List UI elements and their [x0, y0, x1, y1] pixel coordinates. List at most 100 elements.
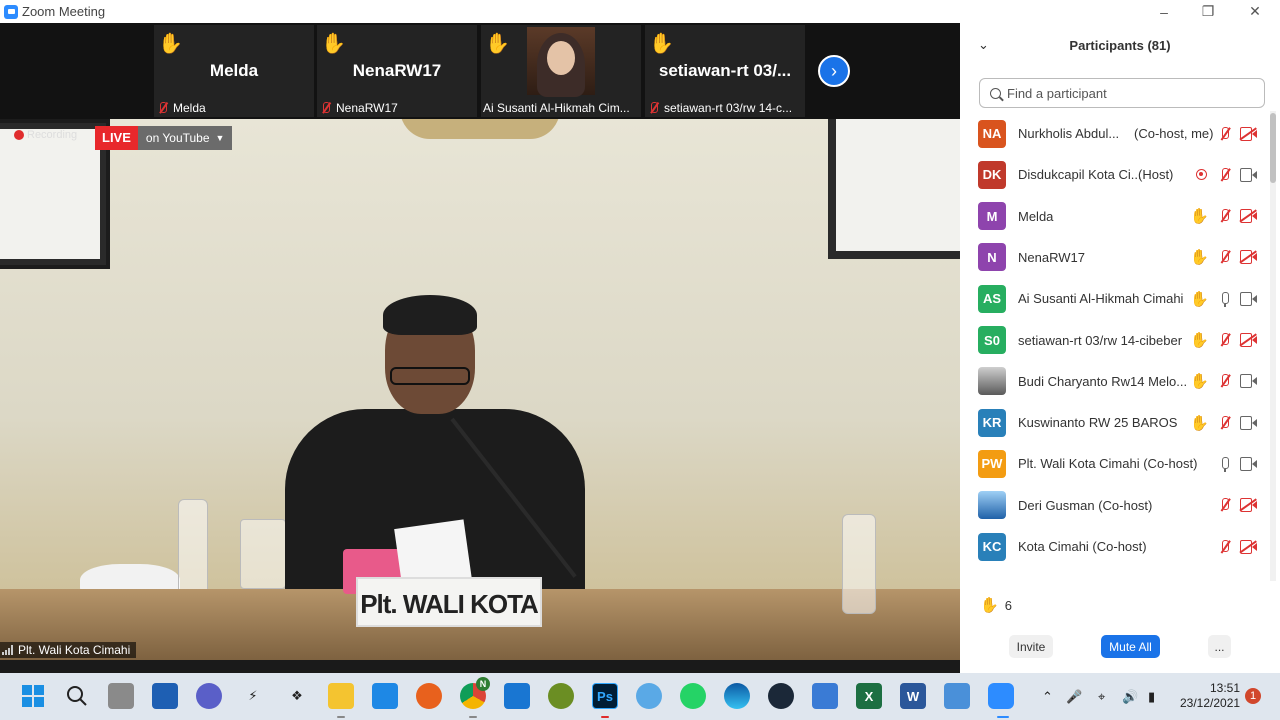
avatar: N [978, 243, 1006, 272]
video-tile[interactable]: ✋ Ai Susanti Al-Hikmah Cim... [481, 25, 641, 117]
wall-portrait [828, 119, 960, 259]
video-icon [1240, 415, 1257, 430]
raised-hands-count: ✋ 6 [980, 597, 1012, 614]
participant-list: NA Nurkholis Abdul... (Co-host, me) DK Disdu… [960, 113, 1270, 580]
wall-portrait [0, 119, 110, 269]
participant-row[interactable]: PW Plt. Wali Kota Cimahi (Co-host) [960, 443, 1270, 484]
participant-row[interactable]: N NenaRW17 ✋ [960, 237, 1270, 278]
avatar: M [978, 202, 1006, 231]
wifi-icon[interactable]: ⌖ [1098, 689, 1105, 705]
volume-icon[interactable]: 🔊 [1122, 689, 1138, 705]
participant-row[interactable]: KC Kota Cimahi (Co-host) [960, 526, 1270, 567]
mail-icon[interactable] [504, 683, 530, 709]
file-explorer-icon[interactable] [328, 683, 354, 709]
clock-time: 13:51 [1209, 681, 1240, 695]
video-tile[interactable]: ✋ Melda Melda [154, 25, 314, 117]
speaker-name-label: Plt. Wali Kota Cimahi [0, 642, 137, 658]
video-icon [1240, 456, 1257, 471]
chat-icon[interactable] [196, 683, 222, 709]
restore-button[interactable]: ❐ [1185, 0, 1231, 23]
participant-row[interactable]: Deri Gusman (Co-host) [960, 485, 1270, 526]
caret-down-icon: ▼ [215, 133, 225, 143]
game-icon[interactable] [548, 683, 574, 709]
video-tile[interactable]: ✋ setiawan-rt 03/... setiawan-rt 03/rw 1… [645, 25, 805, 117]
raised-hand-icon: ✋ [1190, 249, 1209, 267]
widgets-icon[interactable] [152, 683, 178, 709]
video-tile[interactable]: ✋ NenaRW17 NenaRW17 [317, 25, 477, 117]
notepad-icon[interactable] [812, 683, 838, 709]
excel-icon[interactable]: X [856, 683, 882, 709]
participant-row[interactable]: DK Disdukcapil Kota Ci... (Host) [960, 154, 1270, 195]
photoshop-icon[interactable]: Ps [592, 683, 618, 709]
participant-row[interactable]: AS Ai Susanti Al-Hikmah Cimahi ✋ [960, 278, 1270, 319]
dropbox-icon[interactable]: ❖ [284, 683, 310, 709]
panel-header: ⌄ Participants (81) [960, 23, 1280, 69]
avatar [978, 367, 1006, 396]
next-page-button[interactable]: › [818, 55, 850, 87]
windows-start-icon[interactable] [20, 683, 46, 709]
tile-label: Melda [156, 101, 206, 115]
media-player-icon[interactable] [372, 683, 398, 709]
water-bottle [842, 514, 876, 614]
whatsapp-icon[interactable] [680, 683, 706, 709]
steam-icon[interactable] [768, 683, 794, 709]
participant-row[interactable]: KR Kuswinanto RW 25 BAROS ✋ [960, 402, 1270, 443]
notification-badge[interactable]: 1 [1245, 688, 1261, 704]
mute-all-button[interactable]: Mute All [1101, 635, 1160, 658]
video-icon [1240, 291, 1257, 306]
chevron-up-icon[interactable]: ⌃ [1042, 689, 1053, 705]
minimize-button[interactable]: – [1141, 0, 1187, 23]
active-speaker-video: Plt. WALI KOTA Recording LIVE on YouTube… [0, 119, 960, 660]
edge-icon[interactable] [724, 683, 750, 709]
video-icon [1240, 374, 1257, 389]
participant-search-input[interactable]: Find a participant [979, 78, 1265, 108]
close-button[interactable]: ✕ [1232, 0, 1278, 23]
record-icon [14, 130, 24, 140]
recording-icon [1196, 169, 1207, 181]
system-clock[interactable]: 13:51 23/12/2021 [1180, 681, 1240, 711]
participant-name: Deri Gusman (Co-host) [1018, 497, 1153, 513]
live-stream-indicator[interactable]: LIVE on YouTube ▼ [95, 126, 233, 150]
live-target-dropdown[interactable]: on YouTube ▼ [137, 126, 233, 150]
speaker-hair [383, 295, 477, 335]
mic-muted-icon [1218, 415, 1232, 431]
video-off-icon [1240, 498, 1257, 513]
avatar: KR [978, 408, 1006, 437]
video-icon [1240, 167, 1257, 182]
participant-name: Kota Cimahi (Co-host) [1018, 539, 1147, 554]
recording-indicator[interactable]: Recording [14, 129, 77, 141]
mic-muted-icon [1218, 126, 1232, 142]
participants-panel: ⌄ Participants (81) Find a participant N… [960, 23, 1280, 673]
invite-button[interactable]: Invite [1009, 635, 1053, 658]
microphone-icon[interactable]: 🎤 [1066, 689, 1082, 705]
battery-icon[interactable]: ▮ [1148, 689, 1155, 705]
participant-row[interactable]: Budi Charyanto Rw14 Melo... ✋ [960, 361, 1270, 402]
running-indicator [337, 716, 345, 718]
task-view-icon[interactable] [108, 683, 134, 709]
meeting-stage: ✋ Melda Melda ✋ NenaRW17 NenaRW17 ✋ Ai S… [0, 23, 960, 660]
photos-icon[interactable] [944, 683, 970, 709]
search-placeholder: Find a participant [1007, 85, 1107, 101]
chevron-right-icon: › [831, 60, 837, 81]
paint-icon[interactable] [636, 683, 662, 709]
app-icon[interactable]: ⚡ [240, 683, 266, 709]
avatar: PW [978, 449, 1006, 478]
participant-list-scrollbar[interactable] [1270, 111, 1276, 581]
mic-icon [1218, 291, 1232, 307]
firefox-icon[interactable] [416, 683, 442, 709]
participant-row[interactable]: NA Nurkholis Abdul... (Co-host, me) [960, 113, 1270, 154]
zoom-icon[interactable] [988, 683, 1014, 709]
avatar: AS [978, 284, 1006, 313]
word-icon[interactable]: W [900, 683, 926, 709]
chrome-icon[interactable]: N [460, 677, 490, 709]
mic-muted-icon [1218, 208, 1232, 224]
more-options-button[interactable]: ... [1208, 635, 1231, 658]
zoom-window: Zoom Meeting – ❐ ✕ ✋ Melda Melda ✋ NenaR… [0, 0, 1280, 720]
search-icon[interactable] [64, 683, 90, 709]
participant-row[interactable]: S0 setiawan-rt 03/rw 14-cibeber ✋ [960, 320, 1270, 361]
participant-row[interactable]: M Melda ✋ [960, 196, 1270, 237]
participant-name: setiawan-rt 03/rw 14-cibeber [1018, 332, 1183, 348]
tile-label: NenaRW17 [319, 101, 398, 115]
mic-icon [1218, 456, 1232, 472]
mic-muted-icon [647, 102, 661, 114]
